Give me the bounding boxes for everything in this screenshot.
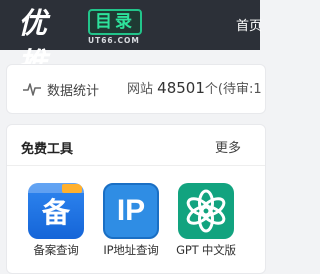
logo-badge: 目录 [88, 9, 142, 35]
beian-icon: 备 [28, 183, 84, 239]
ip-icon-glyph: IP [116, 194, 146, 227]
stats-site-label: 网站 [127, 82, 154, 97]
tool-beian-query[interactable]: 备 备案查询 [19, 183, 93, 258]
stats-panel: 数据统计 网站 48501个(待审:1 [6, 64, 266, 114]
beian-icon-badge [62, 184, 82, 193]
tool-ip-query[interactable]: IP IP地址查询 [94, 183, 168, 258]
openai-icon [178, 183, 234, 239]
free-tools-panel: 免费工具 更多 备 备案查询 IP IP地址查询 GPT 中文版 [6, 124, 266, 274]
tools-title: 免费工具 [21, 142, 74, 157]
tools-more-link[interactable]: 更多 [215, 137, 241, 156]
stats-site-summary: 网站 48501个(待审:1 [127, 78, 262, 97]
site-header: 优推 目录 UT66.COM 首页 [0, 0, 262, 80]
stats-title: 数据统计 [47, 84, 100, 99]
tool-gpt-chinese[interactable]: GPT 中文版 [169, 183, 243, 258]
stats-site-count: 48501 [157, 79, 205, 97]
ip-icon: IP [103, 183, 159, 239]
tool-label: IP地址查询 [103, 243, 159, 257]
stats-pending: 个(待审:1 [204, 82, 262, 97]
nav-home-link[interactable]: 首页 [236, 15, 262, 34]
logo-domain: UT66.COM [88, 36, 140, 45]
beian-icon-glyph: 备 [41, 196, 70, 229]
openai-logo-shape [186, 189, 226, 233]
tool-label: GPT 中文版 [176, 243, 236, 257]
tool-label: 备案查询 [33, 243, 79, 257]
pulse-icon [23, 83, 41, 96]
divider [7, 165, 265, 166]
